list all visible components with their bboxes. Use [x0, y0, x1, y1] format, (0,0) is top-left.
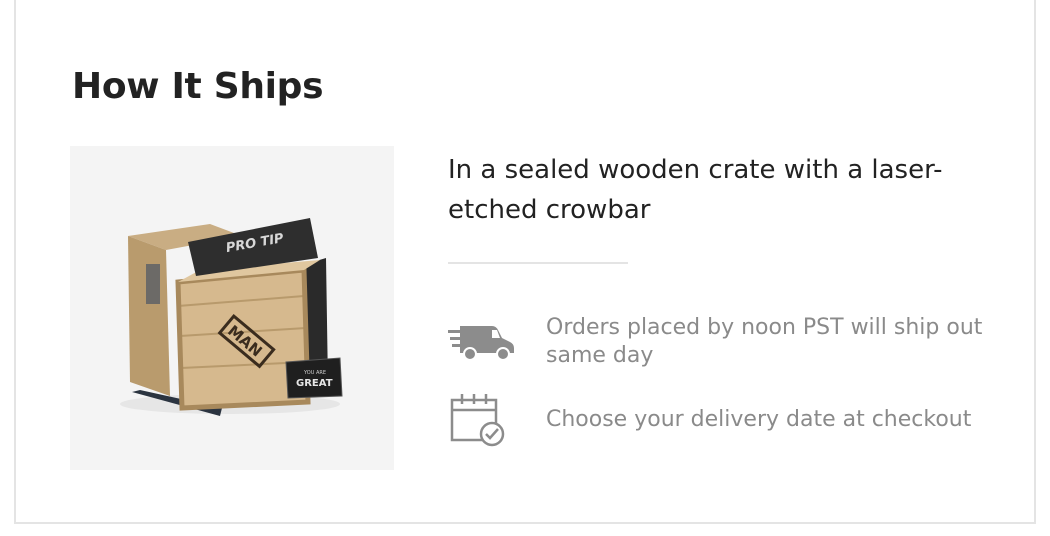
- section-title: How It Ships: [72, 66, 324, 107]
- calendar-check-icon: [448, 390, 518, 450]
- shipping-tagline: In a sealed wooden crate with a laser-et…: [448, 155, 943, 225]
- card-big-text: GREAT: [296, 378, 333, 389]
- how-it-ships-card: How It Ships PRO TIP MAN YOU ARE GREAT I…: [14, 0, 1036, 524]
- card-small-text: YOU ARE: [303, 370, 326, 376]
- feature-text: Orders placed by noon PST will ship out …: [546, 315, 983, 368]
- feature-same-day-shipping: Orders placed by noon PST will ship out …: [448, 312, 1008, 372]
- product-image: PRO TIP MAN YOU ARE GREAT: [70, 146, 394, 470]
- feature-text: Choose your delivery date at checkout: [546, 407, 972, 432]
- divider: [448, 262, 628, 264]
- feature-delivery-date: Choose your delivery date at checkout: [448, 390, 1008, 450]
- crate-illustration: PRO TIP MAN YOU ARE GREAT: [120, 218, 343, 416]
- delivery-truck-icon: [448, 312, 518, 372]
